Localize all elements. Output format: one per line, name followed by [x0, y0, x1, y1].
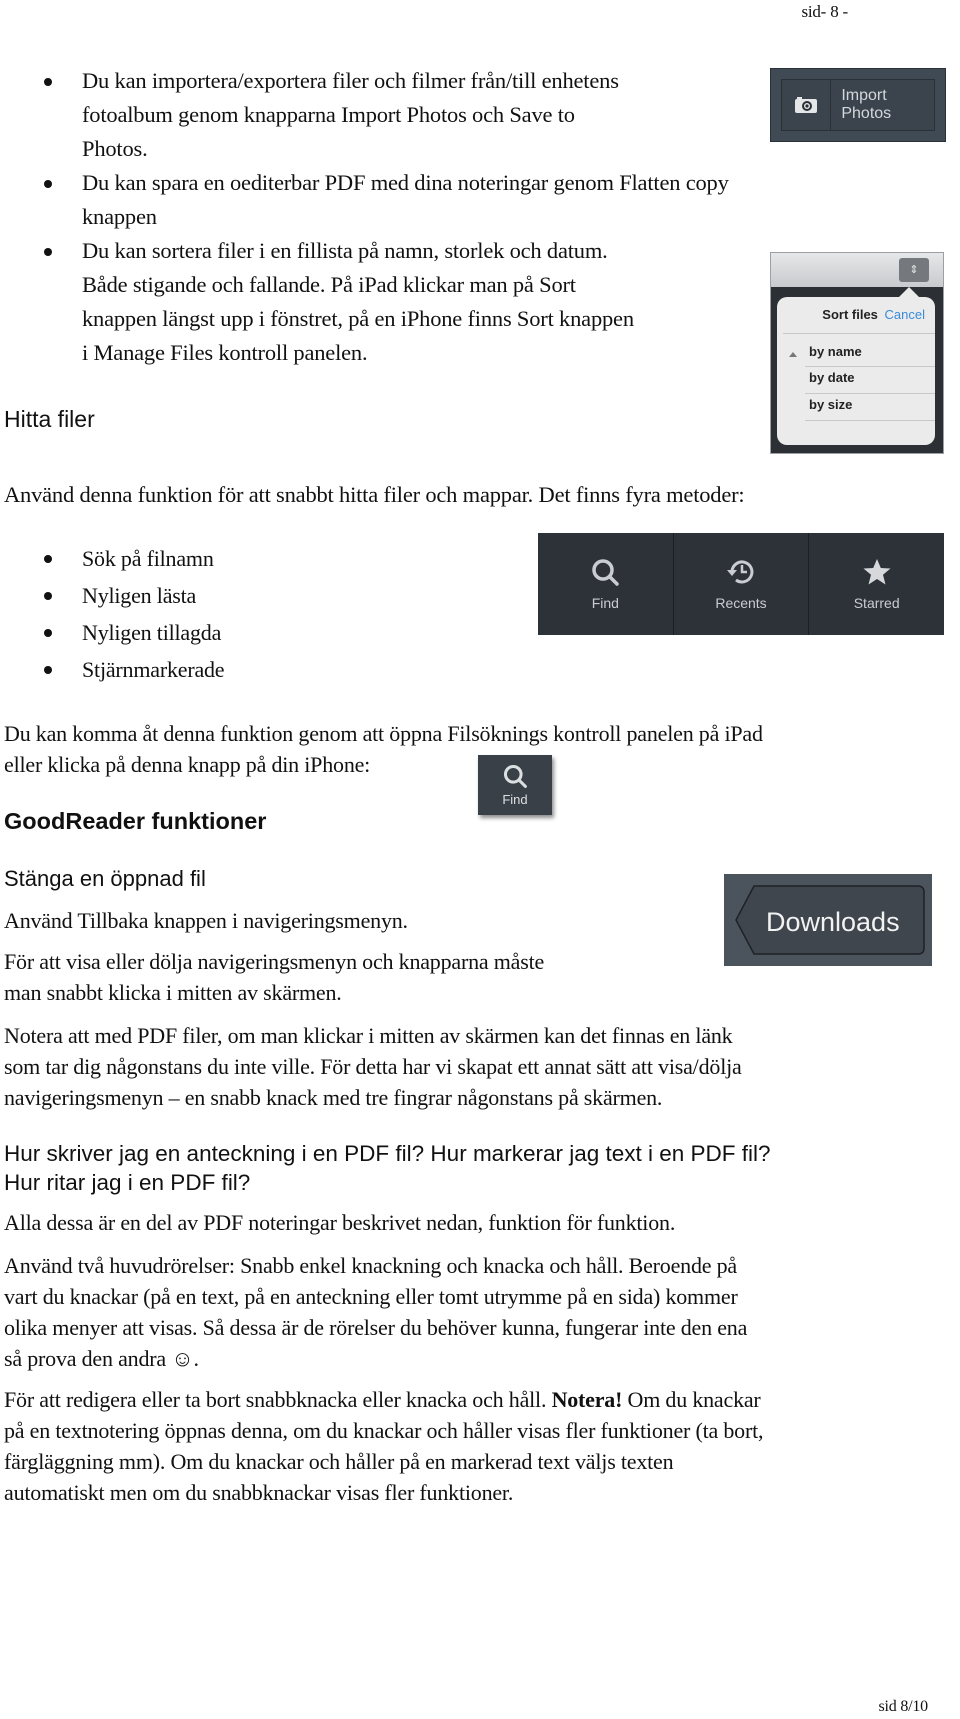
visa-paragraph: För att visa eller dölja navigeringsmeny…	[4, 946, 544, 1008]
divider	[805, 393, 935, 394]
find-label: Find	[591, 595, 619, 611]
anvand-paragraph: Använd två huvudrörelser: Snabb enkel kn…	[4, 1250, 747, 1374]
bullet-icon	[44, 555, 52, 563]
find-small-button[interactable]: Find	[478, 755, 552, 815]
list-item-text: Både stigande och fallande. På iPad klic…	[82, 272, 576, 297]
paragraph-line: navigeringsmenyn – en snabb knack med tr…	[4, 1085, 663, 1110]
magnifier-icon	[592, 559, 620, 586]
camera-icon	[782, 80, 832, 130]
paragraph-line: som tar dig någonstans du inte ville. Fö…	[4, 1054, 742, 1079]
list-item: Nyligen lästa	[0, 577, 224, 614]
sort-option-by-name[interactable]: by name	[809, 344, 862, 359]
list-item: Du kan spara en oediterbar PDF med dina …	[0, 166, 780, 234]
paragraph-line: på en textnotering öppnas denna, om du k…	[4, 1418, 764, 1443]
paragraph-line: Notera att med PDF filer, om man klickar…	[4, 1023, 733, 1048]
sort-option-by-date[interactable]: by date	[809, 370, 855, 385]
downloads-label: Downloads	[766, 907, 900, 937]
list-item: Sök på filnamn	[0, 540, 224, 577]
notera-bold: Notera!	[551, 1387, 623, 1412]
bullet-icon	[44, 592, 52, 600]
list-item: Stjärnmarkerade	[0, 651, 225, 688]
list-item-text: Du kan spara en oediterbar PDF med dina …	[82, 170, 729, 195]
redigera-paragraph: För att redigera eller ta bort snabbknac…	[4, 1384, 763, 1508]
list-item-text: Du kan sortera filer i en fillista på na…	[82, 238, 608, 263]
paragraph-line: För att visa eller dölja navigeringsmeny…	[4, 949, 545, 974]
find-methods-list: Sök på filnamn Nyligen lästa Nyligen til…	[0, 540, 225, 688]
sort-option-by-size[interactable]: by size	[809, 397, 852, 412]
import-photos-button[interactable]: Import Photos	[770, 68, 946, 142]
list-item-text: Sök på filnamn	[82, 546, 214, 571]
sort-button[interactable]: ⇕	[899, 258, 929, 282]
page-header-number: sid- 8 -	[801, 2, 848, 21]
alla-paragraph: Alla dessa är en del av PDF noteringar b…	[4, 1210, 676, 1235]
text-run: För att redigera eller ta bort snabbknac…	[4, 1387, 552, 1412]
sort-options-panel: Sort files Cancel by name by date by siz…	[777, 297, 935, 445]
paragraph-line: man snabbt klicka i mitten av skärmen.	[4, 980, 342, 1005]
text-run: Om du knackar	[622, 1387, 761, 1412]
paragraph-line: olika menyer att visas. Så dessa är de r…	[4, 1315, 748, 1340]
find-button[interactable]: Find	[538, 533, 674, 635]
notera-paragraph: Notera att med PDF filer, om man klickar…	[4, 1020, 742, 1113]
paragraph-line: vart du knackar (på en text, på en antec…	[4, 1284, 738, 1309]
paragraph-line: Använd två huvudrörelser: Snabb enkel kn…	[4, 1253, 737, 1278]
list-item-text: Stjärnmarkerade	[82, 657, 225, 682]
magnifier-icon	[503, 764, 527, 788]
find-label: Find	[502, 792, 528, 807]
history-clock-icon	[727, 560, 754, 584]
bullet-icon	[44, 666, 52, 674]
bullet-icon	[44, 180, 52, 188]
cancel-button[interactable]: Cancel	[885, 307, 925, 322]
list-item-text: Nyligen lästa	[82, 583, 197, 608]
search-toolbar: Find Recents Starred	[538, 533, 944, 635]
find-intro-text: Använd denna funktion för att snabbt hit…	[4, 482, 745, 507]
import-photos-label: Import Photos	[841, 87, 892, 122]
recents-button[interactable]: Recents	[674, 533, 810, 635]
recents-label: Recents	[715, 595, 767, 611]
paragraph-line: Du kan komma åt denna funktion genom att…	[4, 721, 763, 746]
bullet-icon	[44, 629, 52, 637]
paragraph-line: så prova den andra ☺.	[4, 1346, 199, 1371]
downloads-back-button[interactable]: Downloads	[724, 874, 932, 966]
list-item: Du kan importera/exportera filer och fil…	[0, 64, 780, 166]
list-item: Nyligen tillagda	[0, 614, 224, 651]
divider	[805, 420, 935, 421]
tillbaka-paragraph: Använd Tillbaka knappen i navigeringsmen…	[4, 908, 408, 933]
up-down-arrows-icon: ⇕	[909, 264, 919, 276]
list-item-text: knappen	[82, 204, 157, 229]
ascending-arrow-icon	[789, 352, 797, 357]
subheading-pdf-notes: Hur skriver jag en anteckning i en PDF f…	[4, 1139, 771, 1197]
section-heading-goodreader: GoodReader funktioner	[4, 808, 267, 834]
star-icon	[863, 559, 891, 585]
list-item-text: knappen längst upp i fönstret, på en iPh…	[82, 306, 634, 331]
sort-files-title: Sort files	[822, 307, 878, 322]
list-item: Du kan sortera filer i en fillista på na…	[0, 234, 780, 370]
page-footer-number: sid 8/10	[878, 1698, 928, 1715]
paragraph-line: automatiskt men om du snabbknackar visas…	[4, 1480, 514, 1505]
section-heading-hitta-filer: Hitta filer	[4, 406, 95, 432]
bullet-icon	[44, 248, 52, 256]
heading-line: Hur ritar jag i en PDF fil?	[4, 1170, 251, 1195]
list-item-text: fotoalbum genom knapparna Import Photos …	[82, 102, 575, 127]
starred-label: Starred	[853, 595, 900, 611]
sort-files-popup: ⇕ Sort files Cancel by name by date by s…	[770, 252, 944, 454]
paragraph-line: För att redigera eller ta bort snabbknac…	[4, 1384, 763, 1415]
paragraph-line: färgläggning mm). Om du knackar och håll…	[4, 1449, 674, 1474]
feature-list: Du kan importera/exportera filer och fil…	[0, 64, 780, 370]
list-item-text: Du kan importera/exportera filer och fil…	[82, 68, 619, 93]
back-arrow-shape: Downloads	[735, 885, 925, 955]
divider	[805, 366, 935, 367]
list-item-text: Nyligen tillagda	[82, 620, 222, 645]
bullet-icon	[44, 78, 52, 86]
heading-line: Hur skriver jag en anteckning i en PDF f…	[4, 1141, 771, 1166]
list-item-text: Photos.	[82, 136, 148, 161]
divider	[783, 333, 935, 334]
popover-arrow	[899, 287, 919, 297]
subheading-stanga: Stänga en öppnad fil	[4, 866, 206, 891]
starred-button[interactable]: Starred	[809, 533, 944, 635]
list-item-text: i Manage Files kontroll panelen.	[82, 340, 368, 365]
